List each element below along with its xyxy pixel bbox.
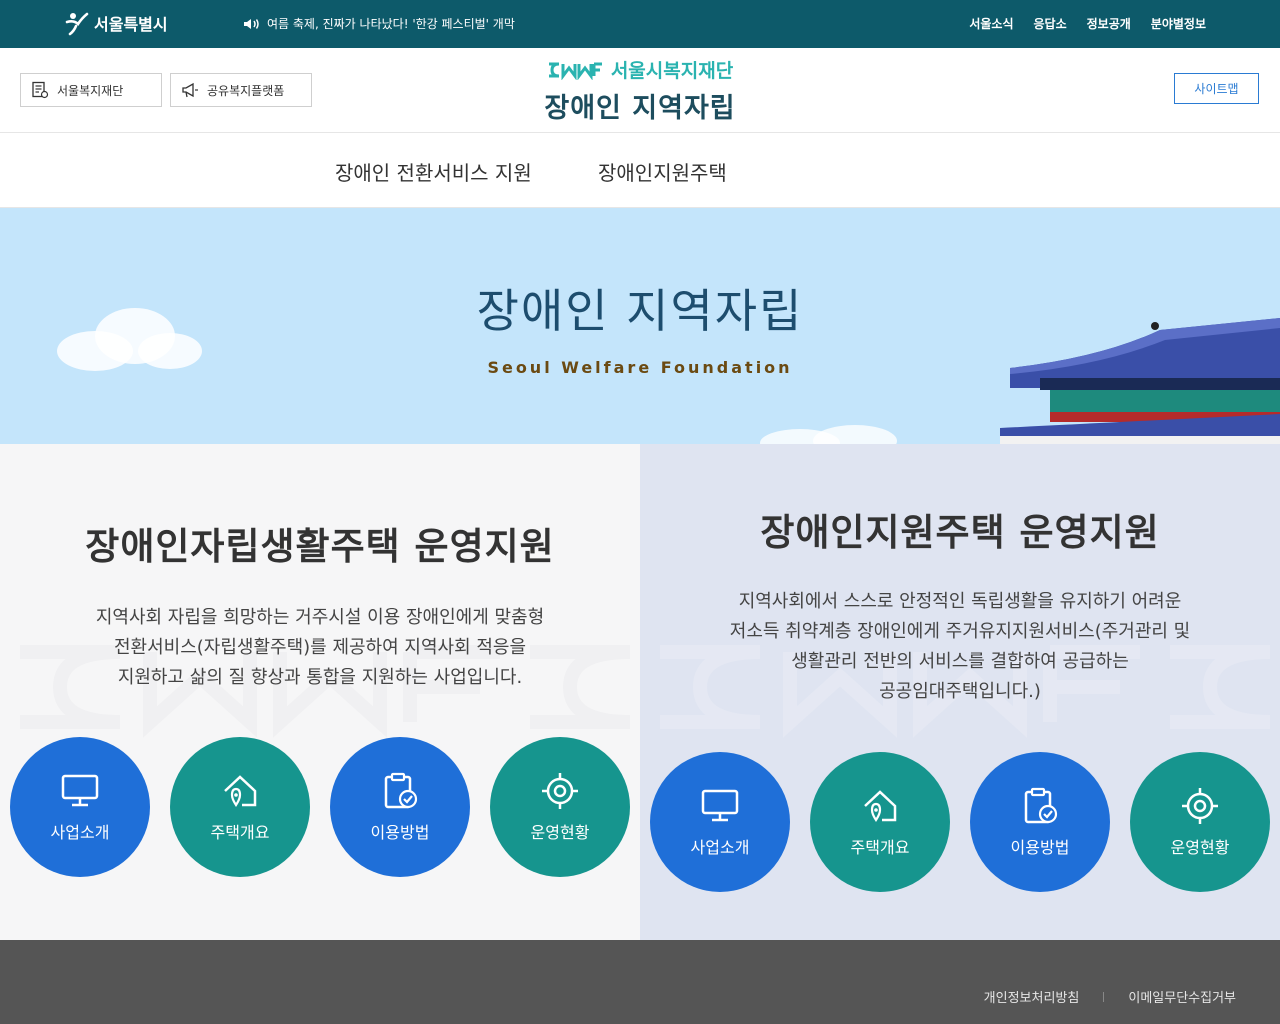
button-label: 사업소개 [50, 823, 110, 842]
housing-overview-button[interactable]: 주택개요 [810, 752, 950, 892]
desc-line: 지역사회에서 스스로 안정적인 독립생활을 유지하기 어려운 [738, 591, 1182, 612]
monitor-icon [701, 789, 739, 822]
email-refusal-link[interactable]: 이메일무단수집거부 [1128, 987, 1236, 1006]
top-bar: 서울특별시 여름 축제, 진짜가 나타났다! '한강 페스티벌' 개막 서울소식… [0, 0, 1280, 48]
util-link-info[interactable]: 정보공개 [1087, 15, 1131, 32]
desc-line: 저소득 취약계층 장애인에게 주거유지지원서비스(주거관리 및 [729, 621, 1191, 642]
notice-ticker[interactable]: 여름 축제, 진짜가 나타났다! '한강 페스티벌' 개막 [243, 15, 515, 32]
footer-links: 개인정보처리방침 이메일무단수집거부 [984, 987, 1236, 1006]
button-label: 주택개요 [850, 838, 910, 857]
button-label: 이용방법 [1010, 838, 1070, 857]
panel-support-housing: 장애인지원주택 운영지원 지역사회에서 스스로 안정적인 독립생활을 유지하기 … [640, 444, 1280, 940]
nav-support-housing[interactable]: 장애인지원주택 [598, 157, 727, 186]
seoul-logo-text: 서울특별시 [94, 15, 168, 34]
hero-subtitle: Seoul Welfare Foundation [487, 358, 793, 377]
org-logo: 서울시복지재단 [547, 56, 733, 83]
desc-line: 지역사회 자립을 희망하는 거주시설 이용 장애인에게 맞춤형 [95, 607, 545, 628]
notice-text: 여름 축제, 진짜가 나타났다! '한강 페스티벌' 개막 [267, 17, 515, 31]
house-location-icon [864, 790, 897, 822]
panel-description: 지역사회 자립을 희망하는 거주시설 이용 장애인에게 맞춤형 전환서비스(자립… [40, 603, 600, 693]
util-link-news[interactable]: 서울소식 [969, 15, 1013, 32]
footer-divider [1103, 991, 1105, 1002]
operation-status-button[interactable]: 운영현황 [1130, 752, 1270, 892]
button-label: 이용방법 [370, 823, 430, 842]
button-label: 주택개요 [210, 823, 270, 842]
business-intro-button[interactable]: 사업소개 [650, 752, 790, 892]
util-link-fields[interactable]: 분야별정보 [1151, 15, 1206, 32]
hero-banner: 장애인 지역자립 Seoul Welfare Foundation [0, 208, 1280, 444]
utility-links: 서울소식 응답소 정보공개 분야별정보 [969, 15, 1206, 32]
clipboard-check-icon [1024, 787, 1058, 824]
operation-status-button[interactable]: 운영현황 [490, 737, 630, 877]
house-location-icon [224, 775, 257, 807]
panel-title: 장애인자립생활주택 운영지원 [85, 525, 555, 568]
desc-line: 공공임대주택입니다.) [879, 681, 1041, 702]
util-link-response[interactable]: 응답소 [1034, 15, 1067, 32]
desc-line: 생활관리 전반의 서비스를 결합하여 공급하는 [791, 651, 1129, 672]
target-icon [542, 773, 578, 809]
monitor-icon [61, 774, 99, 807]
usage-method-button[interactable]: 이용방법 [330, 737, 470, 877]
hero-title: 장애인 지역자립 [476, 284, 804, 338]
panel-independent-living-housing: 장애인자립생활주택 운영지원 지역사회 자립을 희망하는 거주시설 이용 장애인… [0, 444, 640, 940]
sitemap-button[interactable]: 사이트맵 [1174, 73, 1259, 104]
desc-line: 전환서비스(자립생활주택)를 제공하여 지역사회 적응을 [113, 637, 527, 658]
site-title: 장애인 지역자립 [544, 92, 736, 124]
privacy-policy-link[interactable]: 개인정보처리방침 [984, 987, 1080, 1006]
target-icon [1182, 788, 1218, 824]
cloud-illustration-bottom [760, 425, 897, 444]
speaker-icon [244, 18, 259, 29]
seoul-logo-icon [65, 12, 89, 36]
clipboard-check-icon [384, 772, 418, 809]
org-name: 서울시복지재단 [610, 60, 734, 82]
panel-title: 장애인지원주택 운영지원 [760, 511, 1160, 554]
brand-block[interactable]: 서울시복지재단 장애인 지역자립 [0, 56, 1280, 125]
button-label: 사업소개 [690, 838, 750, 857]
site-header: 서울복지재단 공유복지플랫폼 서울시복지재단 장애인 지역자립 사이트맵 [0, 48, 1280, 133]
seoul-logo[interactable]: 서울특별시 [64, 10, 168, 36]
business-intro-button[interactable]: 사업소개 [10, 737, 150, 877]
button-label: 운영현황 [530, 823, 590, 842]
button-label: 운영현황 [1170, 838, 1230, 857]
main-nav: 장애인 전환서비스 지원 장애인지원주택 [0, 133, 1280, 208]
nav-transition-service[interactable]: 장애인 전환서비스 지원 [335, 157, 532, 186]
housing-overview-button[interactable]: 주택개요 [170, 737, 310, 877]
panel-description: 지역사회에서 스스로 안정적인 독립생활을 유지하기 어려운 저소득 취약계층 … [680, 587, 1240, 707]
swf-logo-icon [548, 62, 602, 80]
site-footer: 개인정보처리방침 이메일무단수집거부 [0, 940, 1280, 1024]
desc-line: 지원하고 삶의 질 향상과 통합을 지원하는 사업입니다. [117, 667, 523, 688]
usage-method-button[interactable]: 이용방법 [970, 752, 1110, 892]
